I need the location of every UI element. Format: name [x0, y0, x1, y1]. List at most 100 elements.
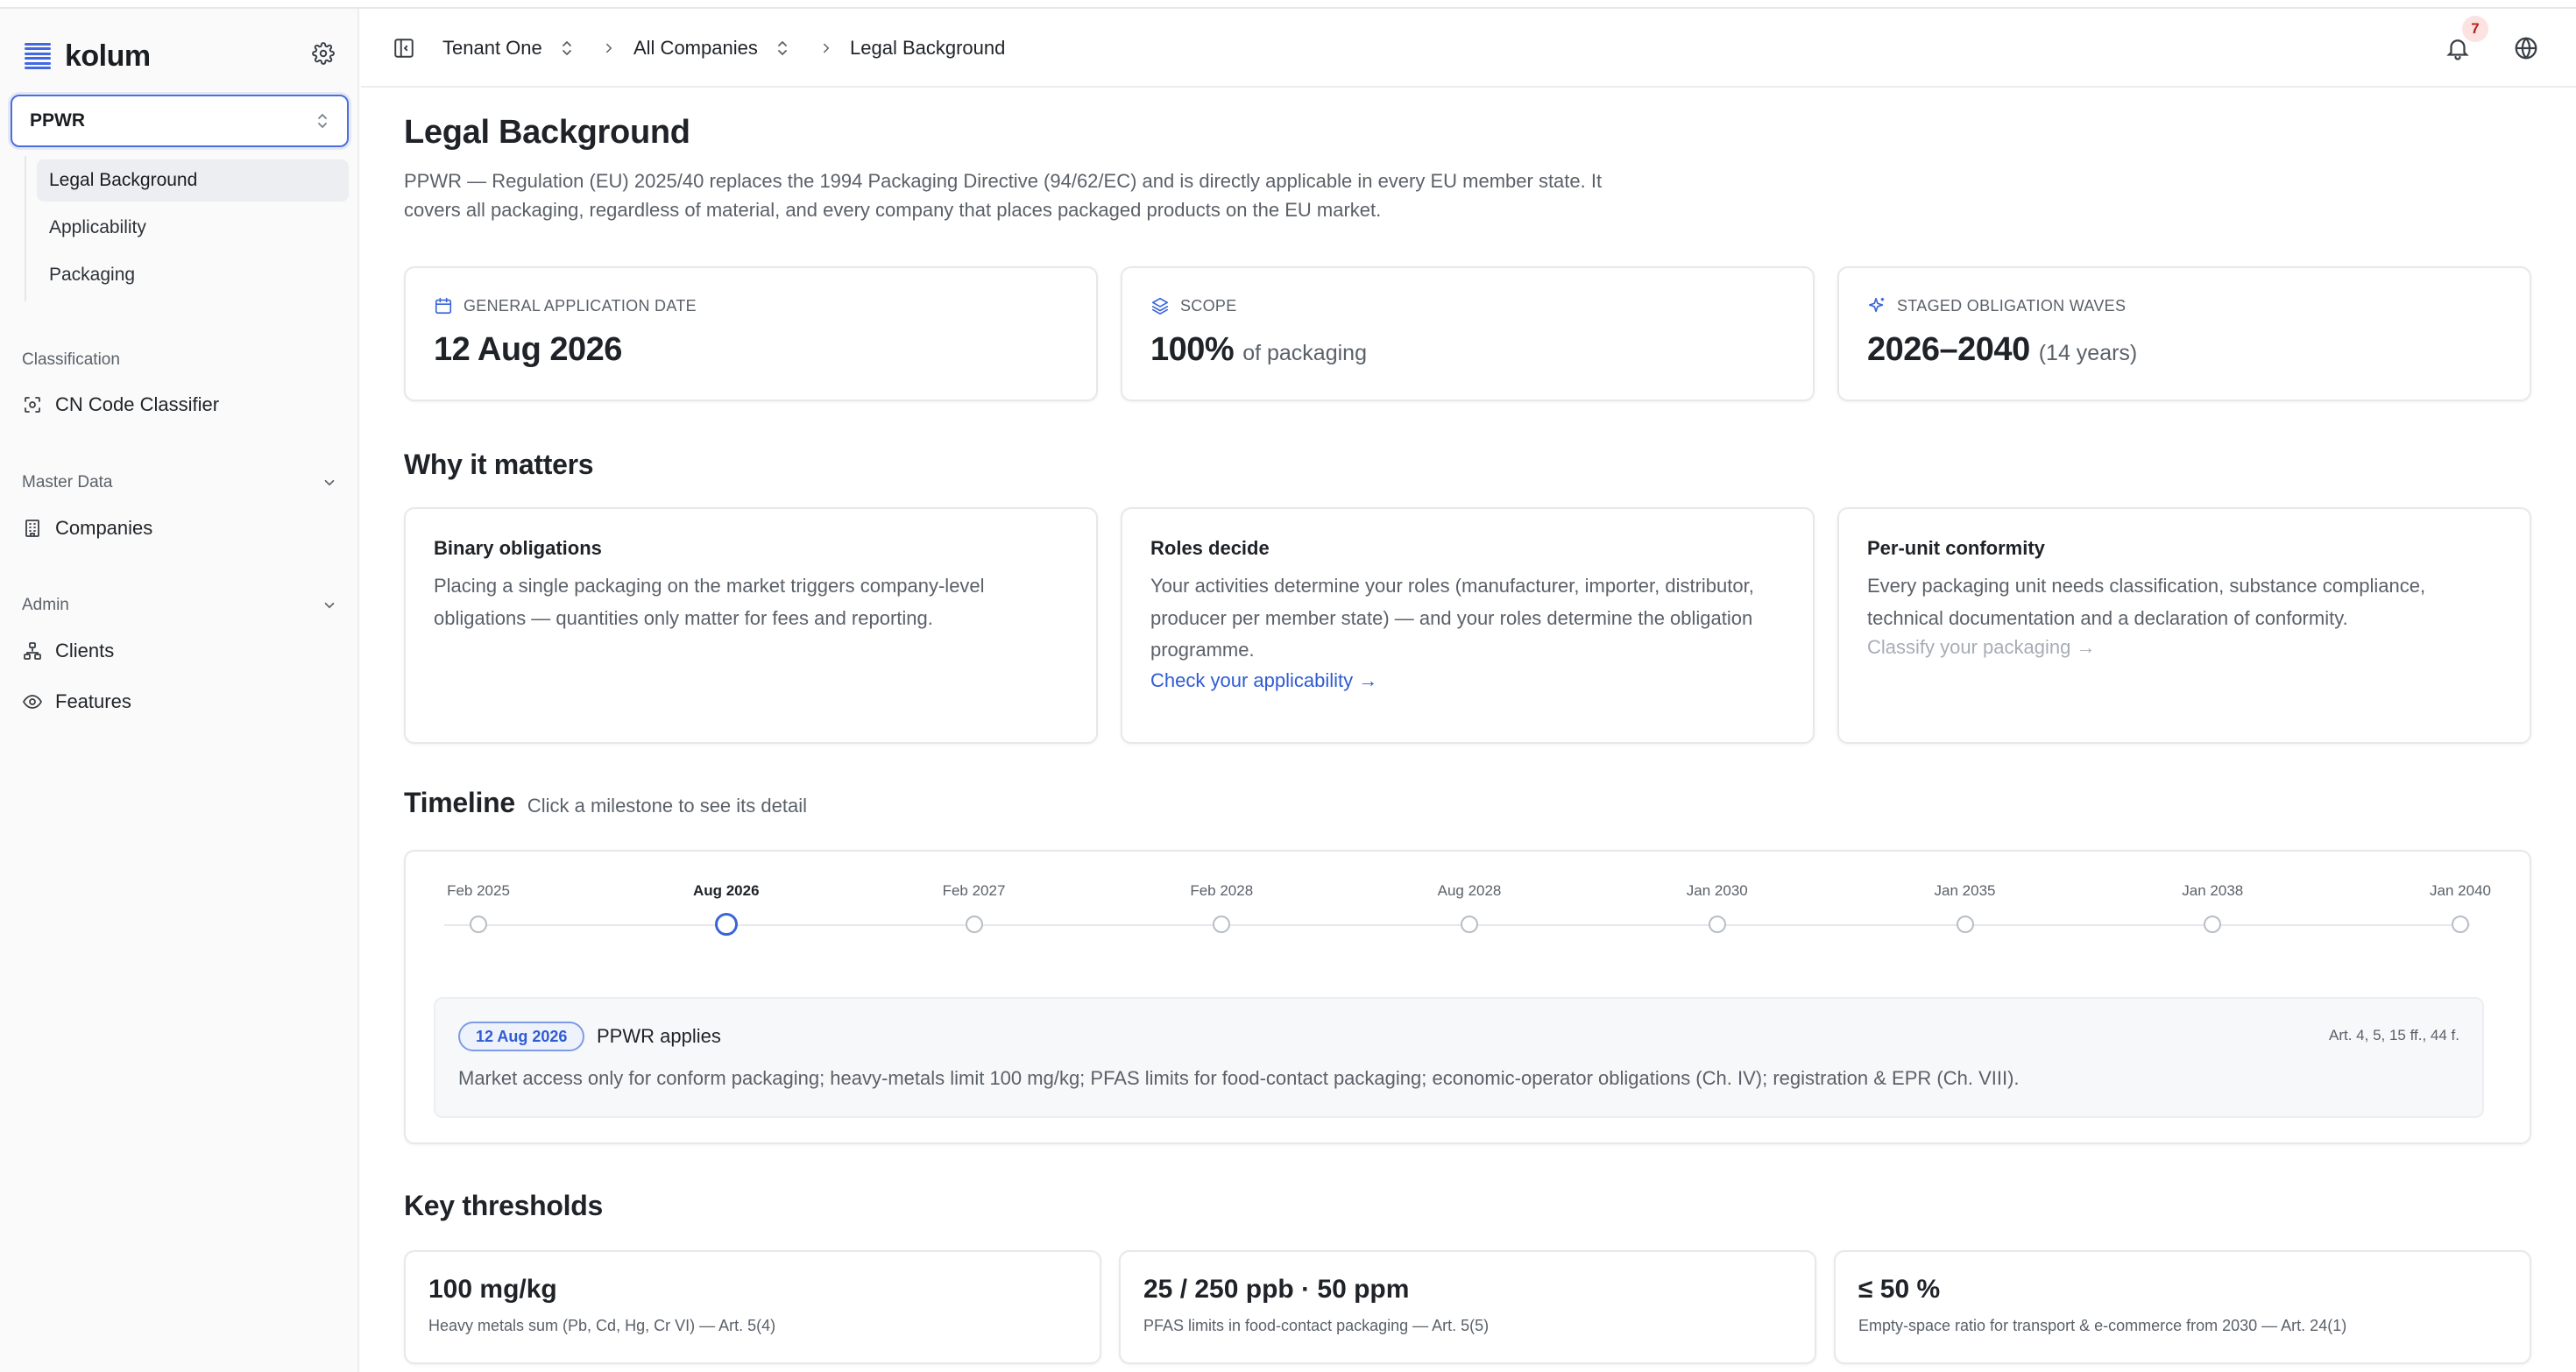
why-card-roles: Roles decide Your activities determine y…	[1121, 507, 1815, 744]
subnav-item-applicability[interactable]: Applicability	[37, 207, 349, 249]
chevron-down-icon	[324, 602, 335, 609]
threshold-card: 100 mg/kg Heavy metals sum (Pb, Cd, Hg, …	[404, 1250, 1101, 1364]
milestone-dot[interactable]	[1461, 916, 1478, 933]
stat-value-sub: (14 years)	[2038, 341, 2138, 365]
stat-label-text: SCOPE	[1180, 296, 1237, 315]
sidebar-item-label: Clients	[55, 640, 115, 661]
stat-label: SCOPE	[1150, 296, 1237, 315]
threshold-value: 25 / 250 ppb · 50 ppm	[1143, 1275, 1410, 1304]
why-card-line: technical documentation and a declaratio…	[1867, 606, 2348, 629]
threshold-desc: PFAS limits in food-contact packaging — …	[1143, 1317, 1490, 1334]
stat-label: STAGED OBLIGATION WAVES	[1867, 296, 2126, 315]
settings-button[interactable]	[310, 40, 336, 67]
eye-icon	[22, 695, 43, 709]
gear-icon	[312, 42, 335, 65]
subnav-item-legal-background[interactable]: Legal Background	[37, 159, 349, 202]
milestone-dot[interactable]	[470, 916, 487, 933]
milestone-label: Jan 2040	[2430, 882, 2491, 899]
scan-icon	[25, 397, 40, 413]
breadcrumb-tenant[interactable]: Tenant One	[442, 33, 574, 63]
notification-count-badge: 7	[2462, 16, 2488, 42]
breadcrumb-label: All Companies	[633, 37, 758, 59]
group-label-classification: Classification	[22, 350, 337, 370]
why-card-body: Every packaging unit needs classificatio…	[1867, 570, 2498, 634]
group-label-master-data[interactable]: Master Data	[22, 473, 337, 492]
timeline-heading: Timeline Click a milestone to see its de…	[404, 787, 807, 819]
layers-icon	[1151, 297, 1169, 315]
sidebar: kolum PPWR Legal Background Applicabilit…	[0, 9, 359, 1372]
stat-value: 2026–2040 (14 years)	[1867, 331, 2137, 369]
chevron-right-icon	[606, 43, 612, 53]
group-label-admin[interactable]: Admin	[22, 596, 337, 615]
stat-value-sub: of packaging	[1242, 341, 1367, 365]
calendar-icon	[435, 297, 452, 315]
sidebar-item-cn-code-classifier[interactable]: CN Code Classifier	[22, 387, 219, 422]
check-applicability-link[interactable]: Check your applicability →	[1150, 669, 1377, 692]
milestone-dot[interactable]	[714, 913, 738, 936]
brand[interactable]: kolum	[25, 32, 151, 81]
regulation-select-value: PPWR	[30, 110, 85, 131]
timeline-hint: Click a milestone to see its detail	[527, 795, 807, 817]
milestone-dot[interactable]	[1213, 916, 1231, 933]
chevrons-up-down-icon	[777, 41, 787, 55]
milestone-label: Jan 2035	[1934, 882, 1996, 899]
regulation-select[interactable]: PPWR	[11, 95, 349, 147]
milestone-label: Jan 2030	[1686, 882, 1748, 899]
threshold-desc: Heavy metals sum (Pb, Cd, Hg, Cr VI) — A…	[428, 1317, 776, 1334]
subnav-item-packaging[interactable]: Packaging	[37, 254, 349, 296]
why-card-conformity: Per-unit conformity Every packaging unit…	[1837, 507, 2531, 744]
milestone-dot[interactable]	[2452, 916, 2469, 933]
sparkle-icon	[1868, 297, 1885, 313]
milestone-body: Market access only for conform packaging…	[458, 1067, 2020, 1089]
milestone-dot[interactable]	[2204, 916, 2222, 933]
milestone-detail: 12 Aug 2026 PPWR applies Art. 4, 5, 15 f…	[434, 997, 2484, 1118]
threshold-value: ≤ 50 %	[1858, 1275, 1941, 1304]
top-border	[0, 0, 2576, 9]
why-card-title: Binary obligations	[434, 537, 602, 559]
milestone-label: Aug 2026	[692, 882, 760, 899]
timeline-card: Feb 2025 Aug 2026 Feb 2027 Feb 2028 Aug 2028…	[404, 850, 2531, 1144]
milestone-dot[interactable]	[1708, 916, 1726, 933]
chevrons-up-down-icon	[562, 41, 571, 55]
section-title-timeline: Timeline	[404, 787, 515, 818]
stat-value: 100% of packaging	[1150, 331, 1367, 369]
milestone-label: Feb 2028	[1190, 882, 1254, 899]
sidebar-item-companies[interactable]: Companies	[22, 511, 152, 546]
why-card-title: Per-unit conformity	[1867, 537, 2045, 559]
stat-value-text: 100%	[1150, 331, 1235, 368]
why-card-binary: Binary obligations Placing a single pack…	[404, 507, 1098, 744]
sidebar-item-label: CN Code Classifier	[55, 393, 220, 415]
brand-name: kolum	[65, 39, 151, 73]
top-header: Tenant One All Companies Legal Backgroun…	[361, 9, 2576, 88]
threshold-card: ≤ 50 % Empty-space ratio for transport &…	[1834, 1250, 2531, 1364]
classify-packaging-link[interactable]: Classify your packaging →	[1867, 636, 2095, 659]
group-label-text: Admin	[22, 596, 69, 614]
section-title-thresholds: Key thresholds	[404, 1190, 603, 1221]
globe-icon[interactable]	[2513, 35, 2539, 61]
milestone-label: Aug 2028	[1437, 882, 1502, 899]
milestone-dot[interactable]	[1956, 916, 1974, 933]
why-card-line: producer per member state) — and your ro…	[1150, 606, 1753, 629]
milestone-dot[interactable]	[965, 916, 983, 933]
sidebar-item-label: Companies	[55, 517, 153, 539]
stat-value-text: 12 Aug 2026	[434, 331, 622, 368]
why-card-body: Placing a single packaging on the market…	[434, 570, 1065, 634]
stat-card-obligation-waves: STAGED OBLIGATION WAVES 2026–2040 (14 ye…	[1837, 266, 2531, 401]
milestone-title: PPWR applies	[597, 1025, 721, 1047]
threshold-desc: Empty-space ratio for transport & e-comm…	[1858, 1317, 2347, 1334]
group-label-text: Classification	[22, 350, 120, 369]
sidebar-item-clients[interactable]: Clients	[22, 633, 114, 668]
stat-card-scope: SCOPE 100% of packaging	[1121, 266, 1815, 401]
sidebar-toggle-icon[interactable]	[393, 37, 415, 60]
why-card-line: obligations — quantities only matter for…	[434, 606, 933, 629]
stat-label: GENERAL APPLICATION DATE	[434, 296, 697, 315]
milestone-label: Feb 2025	[447, 882, 510, 899]
breadcrumb-companies[interactable]: All Companies	[633, 33, 789, 63]
milestone-label: Jan 2038	[2182, 882, 2244, 899]
stat-card-application-date: GENERAL APPLICATION DATE 12 Aug 2026	[404, 266, 1098, 401]
sidebar-item-features[interactable]: Features	[22, 684, 131, 719]
why-card-line: Your activities determine your roles (ma…	[1150, 575, 1754, 597]
stat-label-text: GENERAL APPLICATION DATE	[464, 296, 697, 315]
milestone-date-pill: 12 Aug 2026	[458, 1022, 585, 1051]
threshold-card: 25 / 250 ppb · 50 ppm PFAS limits in foo…	[1119, 1250, 1816, 1364]
